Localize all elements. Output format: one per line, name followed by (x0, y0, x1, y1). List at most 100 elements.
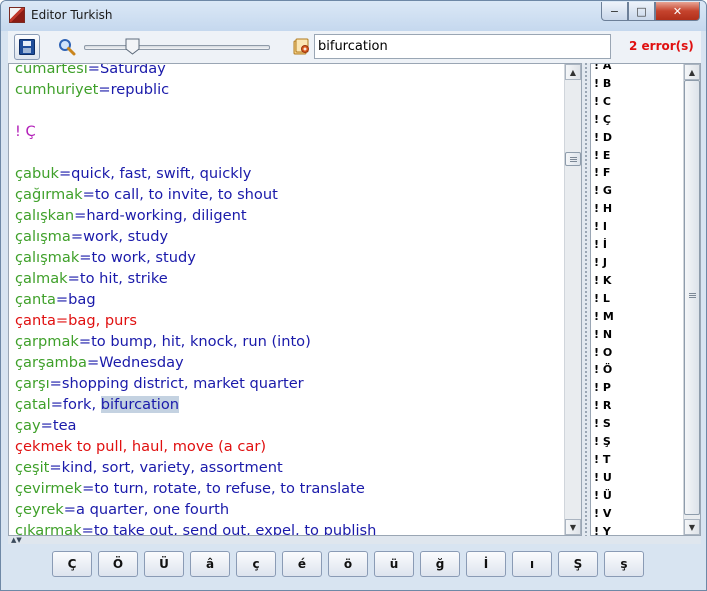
index-letter-item[interactable]: ! C (594, 93, 614, 111)
index-letter-item[interactable]: ! J (594, 254, 614, 272)
index-letter-item[interactable]: ! Ö (594, 361, 614, 379)
insert-char-button[interactable]: é (282, 551, 322, 577)
editor-line[interactable]: çanta=bag, purs (15, 310, 560, 331)
zoom-slider-thumb[interactable] (125, 38, 140, 55)
insert-char-button[interactable]: Ü (144, 551, 184, 577)
editor-line[interactable]: çeşit=kind, sort, variety, assortment (15, 457, 560, 478)
index-letter-item[interactable]: ! N (594, 326, 614, 344)
index-letter-item[interactable]: ! H (594, 200, 614, 218)
index-letter-item[interactable]: ! İ (594, 236, 614, 254)
editor-line[interactable]: çarşı=shopping district, market quarter (15, 373, 560, 394)
insert-char-button[interactable]: ö (328, 551, 368, 577)
insert-char-button[interactable]: Ç (52, 551, 92, 577)
arrow-down-icon: ▼ (688, 522, 696, 532)
index-letter-item[interactable]: ! Ş (594, 433, 614, 451)
index-letter-item[interactable]: ! G (594, 182, 614, 200)
editor-line[interactable]: çıkarmak=to take out, send out, expel, t… (15, 520, 560, 536)
entry-definition: Wednesday (99, 354, 184, 371)
editor-line[interactable]: çay=tea (15, 415, 560, 436)
equals-sign: = (86, 354, 100, 371)
collapse-arrows-icon[interactable]: ▲▼ (11, 536, 22, 544)
save-button[interactable] (14, 34, 40, 60)
close-button[interactable]: ✕ (655, 2, 700, 21)
editor-line[interactable]: çekmek to pull, haul, move (a car) (15, 436, 560, 457)
index-letter-item[interactable]: ! I (594, 218, 614, 236)
editor-line[interactable]: cumhuriyet=republic (15, 79, 560, 100)
index-letter-item[interactable]: ! D (594, 129, 614, 147)
editor-line[interactable]: çevirmek=to turn, rotate, to refuse, to … (15, 478, 560, 499)
index-letter-item[interactable]: ! A (594, 64, 614, 75)
maximize-button[interactable]: □ (628, 2, 655, 21)
scroll-up-arrow[interactable]: ▲ (565, 64, 581, 80)
minimize-button[interactable]: − (601, 2, 628, 21)
zoom-slider-track (84, 45, 270, 50)
insert-char-button[interactable]: İ (466, 551, 506, 577)
index-letter-item[interactable]: ! Y (594, 523, 614, 535)
index-letter-item[interactable]: ! S (594, 415, 614, 433)
entry-word: çalmak (15, 270, 68, 287)
index-scroll-thumb[interactable] (684, 80, 700, 515)
editor-scrollbar[interactable]: ▲ ▼ (564, 64, 581, 535)
index-letter-item[interactable]: ! B (594, 75, 614, 93)
editor-line[interactable] (15, 142, 560, 163)
index-letter-item[interactable]: ! Ü (594, 487, 614, 505)
index-scroll-up-arrow[interactable]: ▲ (684, 64, 700, 80)
index-letter-item[interactable]: ! M (594, 308, 614, 326)
index-letter-item[interactable]: ! R (594, 397, 614, 415)
equals-sign: = (49, 375, 62, 392)
editor-scroll-thumb[interactable] (565, 152, 581, 166)
index-letter-item[interactable]: ! Ç (594, 111, 614, 129)
entry-word: çıkarmak (15, 522, 82, 536)
editor-window: Editor Turkish − □ ✕ 2 error(s) (0, 0, 707, 591)
editor-line[interactable]: çanta=bag (15, 289, 560, 310)
scroll-down-arrow[interactable]: ▼ (565, 519, 581, 535)
index-scrollbar[interactable]: ▲ ▼ (683, 64, 700, 535)
insert-char-button[interactable]: ş (604, 551, 644, 577)
equals-sign: = (50, 396, 63, 413)
equals-sign: = (67, 270, 80, 287)
minimize-icon: − (609, 4, 620, 18)
horizontal-split-bar[interactable]: ▲▼ (8, 536, 701, 544)
index-letter-item[interactable]: ! U (594, 469, 614, 487)
index-letter-item[interactable]: ! P (594, 379, 614, 397)
editor-line[interactable]: çarşamba=Wednesday (15, 352, 560, 373)
floppy-disk-icon (19, 39, 35, 55)
dictionary-editor[interactable]: cumartesi=Saturday cumhuriyet=republic ! Ç… (8, 63, 582, 536)
split-divider[interactable] (582, 63, 590, 536)
index-letter-item[interactable]: ! V (594, 505, 614, 523)
editor-line[interactable]: çağırmak=to call, to invite, to shout (15, 184, 560, 205)
insert-char-button[interactable]: â (190, 551, 230, 577)
index-letter-item[interactable]: ! O (594, 344, 614, 362)
editor-line[interactable]: çalışma=work, study (15, 226, 560, 247)
insert-char-button[interactable]: ğ (420, 551, 460, 577)
editor-line[interactable]: çalmak=to hit, strike (15, 268, 560, 289)
arrow-down-icon: ▼ (569, 522, 577, 532)
editor-line[interactable]: çalışkan=hard-working, diligent (15, 205, 560, 226)
window-title: Editor Turkish (31, 8, 113, 22)
index-letter-item[interactable]: ! F (594, 164, 614, 182)
editor-text-area[interactable]: cumartesi=Saturday cumhuriyet=republic ! Ç… (15, 63, 560, 536)
editor-line[interactable]: çeyrek=a quarter, one fourth (15, 499, 560, 520)
insert-char-button[interactable]: ı (512, 551, 552, 577)
editor-line[interactable]: ! Ç (15, 121, 560, 142)
insert-char-button[interactable]: Ş (558, 551, 598, 577)
entry-definition: to work, study (91, 249, 196, 266)
entry-word: çeyrek (15, 501, 64, 518)
zoom-slider[interactable] (84, 38, 270, 56)
insert-char-button[interactable]: ç (236, 551, 276, 577)
index-letter-item[interactable]: ! E (594, 147, 614, 165)
editor-line[interactable] (15, 100, 560, 121)
index-letter-item[interactable]: ! L (594, 290, 614, 308)
index-scroll-down-arrow[interactable]: ▼ (684, 519, 700, 535)
editor-line[interactable]: çarpmak=to bump, hit, knock, run (into) (15, 331, 560, 352)
search-input[interactable] (314, 34, 611, 59)
insert-char-button[interactable]: Ö (98, 551, 138, 577)
insert-char-button[interactable]: ü (374, 551, 414, 577)
index-letter-item[interactable]: ! T (594, 451, 614, 469)
index-letter-item[interactable]: ! K (594, 272, 614, 290)
editor-line[interactable]: çalışmak=to work, study (15, 247, 560, 268)
editor-line[interactable]: çabuk=quick, fast, swift, quickly (15, 163, 560, 184)
entry-definition: Saturday (100, 63, 166, 77)
editor-line[interactable]: cumartesi=Saturday (15, 63, 560, 79)
editor-line[interactable]: çatal=fork, bifurcation (15, 394, 560, 415)
